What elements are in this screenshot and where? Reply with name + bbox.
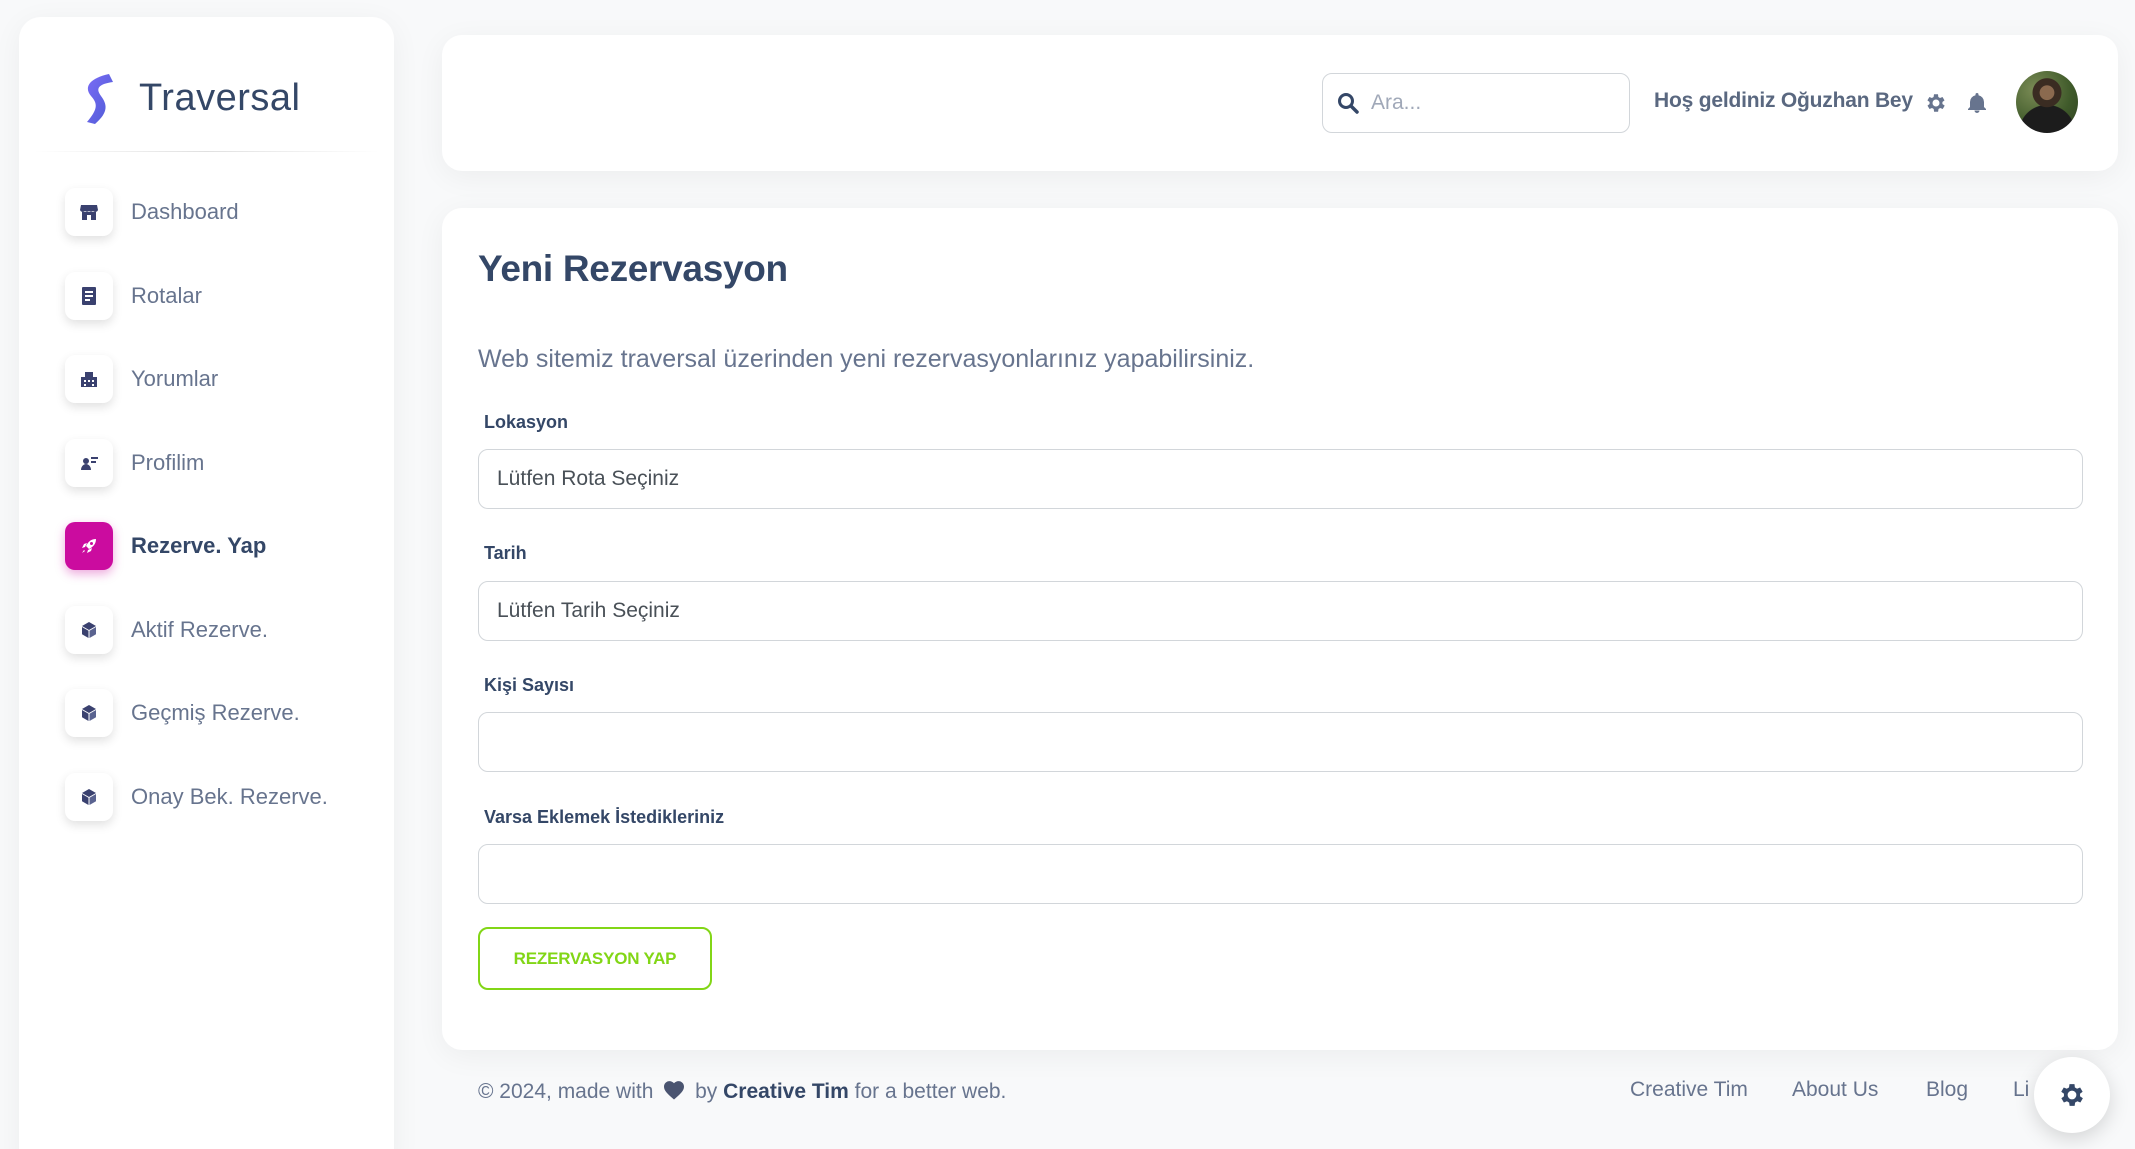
sidebar-item-yorumlar[interactable]: Yorumlar — [65, 352, 385, 406]
people-count-input[interactable] — [478, 712, 2083, 772]
brand[interactable]: Traversal — [69, 63, 300, 133]
office-icon — [65, 355, 113, 403]
footer-copyright: © 2024, made with by Creative Tim for a … — [478, 1080, 1006, 1104]
search-icon — [1338, 93, 1359, 114]
shop-icon — [65, 188, 113, 236]
sidebar-item-onay-bek-rezerve[interactable]: Onay Bek. Rezerve. — [65, 770, 385, 824]
page-description: Web sitemiz traversal üzerinden yeni rez… — [478, 345, 1255, 373]
sidebar-item-label: Geçmiş Rezerve. — [131, 700, 300, 725]
date-label: Tarih — [484, 543, 527, 563]
sidebar-item-gecmis-rezerve[interactable]: Geçmiş Rezerve. — [65, 686, 385, 740]
sidebar-item-label: Rotalar — [131, 282, 202, 308]
copyright-prefix: © 2024, made with — [478, 1080, 654, 1103]
box-icon — [65, 772, 113, 821]
sidebar-nav: Dashboard Rotalar Yorumlar Profilim Reze… — [65, 185, 385, 853]
footer-link-about-us[interactable]: About Us — [1792, 1078, 1878, 1102]
heart-icon — [664, 1081, 685, 1100]
configurator-button[interactable] — [2034, 1057, 2110, 1133]
sidebar: Traversal Dashboard Rotalar Yorumlar Pro… — [19, 17, 394, 1149]
copyright-suffix: for a better web. — [854, 1080, 1007, 1103]
sidebar-item-dashboard[interactable]: Dashboard — [65, 185, 385, 239]
footer-link-creative-tim[interactable]: Creative Tim — [1630, 1078, 1748, 1102]
user-card-icon — [65, 438, 113, 487]
sidebar-item-label: Rezerve. Yap — [131, 533, 267, 558]
document-icon — [65, 271, 113, 320]
box-icon — [65, 689, 113, 737]
brand-logo-icon — [87, 74, 113, 124]
location-label: Lokasyon — [484, 412, 569, 432]
sidebar-divider — [33, 151, 380, 152]
footer-link-license[interactable]: Li — [2013, 1078, 2029, 1102]
reservation-card: Yeni Rezervasyon Web sitemiz traversal ü… — [442, 208, 2118, 1050]
sidebar-item-label: Yorumlar — [131, 366, 219, 391]
sidebar-item-label: Profilim — [131, 449, 205, 475]
avatar[interactable] — [2016, 71, 2078, 133]
gear-icon — [2061, 1084, 2083, 1106]
notification-bell-icon[interactable] — [1965, 91, 1989, 115]
footer-author-link[interactable]: Creative Tim — [723, 1080, 849, 1103]
rocket-icon — [65, 522, 113, 570]
top-navbar: Hoş geldiniz Oğuzhan Bey — [442, 35, 2118, 171]
sidebar-item-aktif-rezerve[interactable]: Aktif Rezerve. — [65, 603, 385, 657]
sidebar-item-profilim[interactable]: Profilim — [65, 436, 385, 490]
brand-name: Traversal — [139, 76, 301, 119]
sidebar-item-rezerve-yap[interactable]: Rezerve. Yap — [65, 519, 385, 573]
page-title: Yeni Rezervasyon — [478, 248, 788, 289]
footer-link-blog[interactable]: Blog — [1926, 1078, 1968, 1102]
date-field[interactable]: Lütfen Tarih Seçiniz — [478, 581, 2083, 641]
copyright-by: by — [695, 1080, 718, 1103]
people-count-label: Kişi Sayısı — [484, 675, 575, 695]
sidebar-item-label: Aktif Rezerve. — [131, 616, 268, 642]
sidebar-item-label: Dashboard — [131, 199, 239, 224]
sidebar-item-label: Onay Bek. Rezerve. — [131, 783, 328, 809]
search-box[interactable] — [1322, 73, 1630, 133]
location-select[interactable]: Lütfen Rota Seçiniz — [478, 449, 2083, 509]
welcome-text: Hoş geldiniz Oğuzhan Bey — [1654, 89, 1913, 112]
sidebar-item-rotalar[interactable]: Rotalar — [65, 269, 385, 323]
notes-input[interactable] — [478, 844, 2083, 904]
submit-reservation-button[interactable]: REZERVASYON YAP — [478, 927, 712, 990]
box-icon — [65, 605, 113, 654]
search-input[interactable] — [1371, 91, 1601, 115]
settings-gear-icon[interactable] — [1924, 91, 1948, 115]
notes-label: Varsa Eklemek İstedikleriniz — [484, 807, 725, 827]
